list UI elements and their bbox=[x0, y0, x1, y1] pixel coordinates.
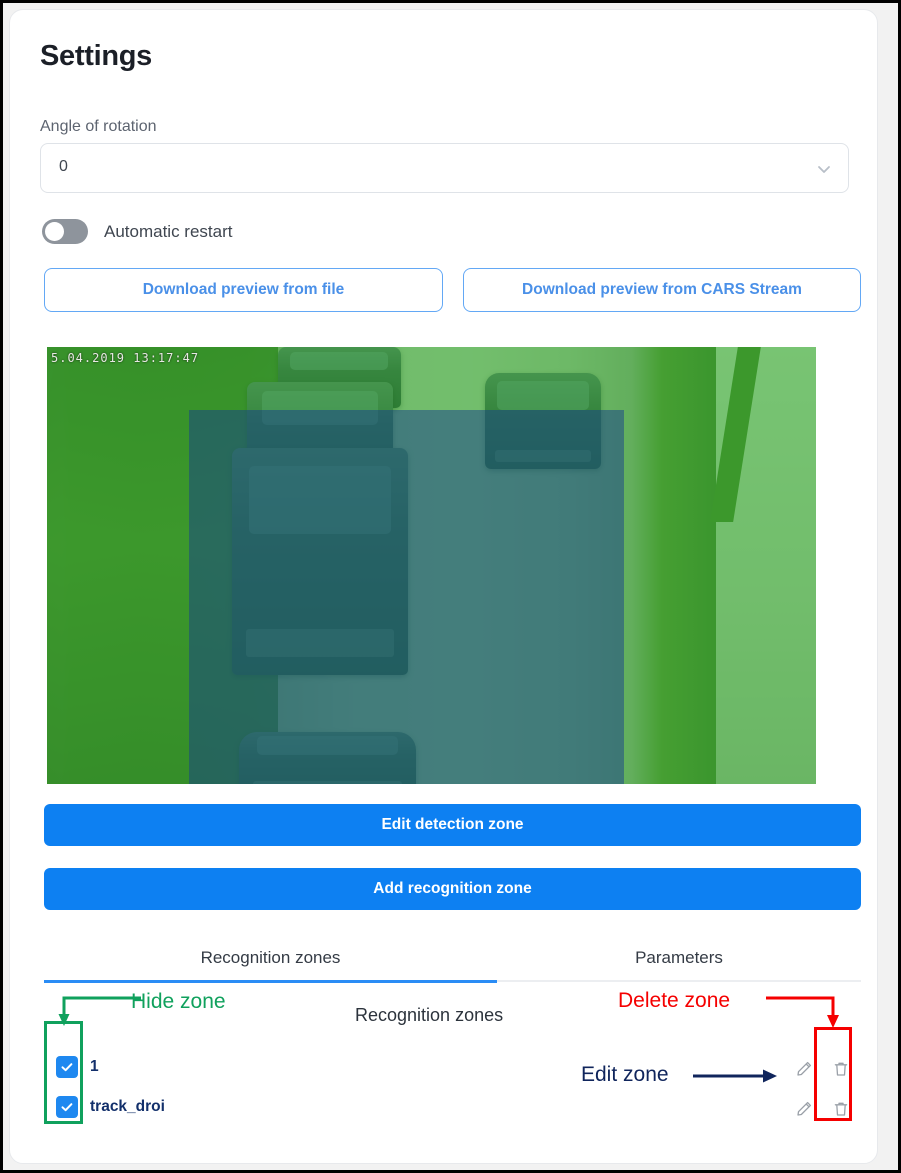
annotation-arrow-delete-zone bbox=[766, 996, 839, 1028]
recognition-zones-list-header: Recognition zones bbox=[355, 1005, 504, 1025]
edit-detection-zone-button[interactable]: Edit detection zone bbox=[44, 804, 861, 846]
recognition-zone-overlay[interactable] bbox=[189, 410, 624, 784]
screenshot-root: Settings Angle of rotation 0 Automatic r… bbox=[0, 0, 901, 1173]
annotation-box-delete-zone bbox=[814, 1027, 852, 1121]
tab-bar: Recognition zones Parameters bbox=[44, 935, 861, 983]
annotation-box-hide-zone bbox=[44, 1021, 83, 1124]
angle-of-rotation-select[interactable]: 0 bbox=[40, 143, 849, 193]
annotation-label-hide-zone: Hide zone bbox=[131, 990, 226, 1013]
annotation-label-edit-zone: Edit zone bbox=[581, 1063, 669, 1086]
automatic-restart-row[interactable]: Automatic restart bbox=[42, 219, 233, 244]
angle-of-rotation-value: 0 bbox=[59, 158, 68, 175]
automatic-restart-label: Automatic restart bbox=[104, 221, 233, 241]
chevron-down-icon bbox=[816, 161, 832, 177]
page-title: Settings bbox=[40, 40, 152, 72]
pencil-icon bbox=[795, 1100, 813, 1118]
download-preview-from-file-button[interactable]: Download preview from file bbox=[44, 268, 443, 312]
annotation-arrow-edit-zone bbox=[693, 1069, 777, 1083]
tab-parameters[interactable]: Parameters bbox=[497, 935, 861, 980]
zone-name: 1 bbox=[90, 1058, 99, 1075]
download-preview-from-cars-stream-button[interactable]: Download preview from CARS Stream bbox=[463, 268, 861, 312]
add-recognition-zone-button[interactable]: Add recognition zone bbox=[44, 868, 861, 910]
pencil-icon bbox=[795, 1060, 813, 1078]
annotation-label-delete-zone: Delete zone bbox=[618, 989, 731, 1012]
toggle-knob bbox=[45, 222, 64, 241]
angle-of-rotation-label: Angle of rotation bbox=[40, 118, 157, 135]
preview-timestamp: 5.04.2019 13:17:47 bbox=[51, 351, 200, 365]
annotation-arrow-hide-zone bbox=[58, 996, 141, 1026]
tab-recognition-zones[interactable]: Recognition zones bbox=[44, 935, 497, 980]
camera-preview[interactable]: 5.04.2019 13:17:47 bbox=[47, 347, 816, 784]
automatic-restart-toggle[interactable] bbox=[42, 219, 88, 244]
active-tab-underline bbox=[44, 980, 497, 983]
zone-name: track_droi bbox=[90, 1098, 165, 1115]
